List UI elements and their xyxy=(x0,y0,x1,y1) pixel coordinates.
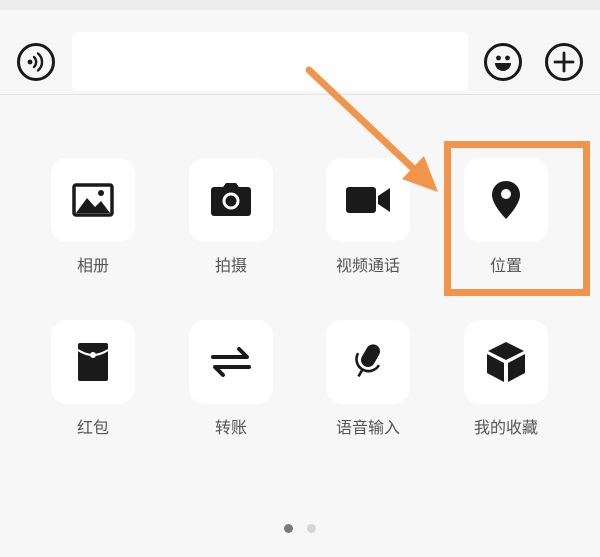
annotation-arrow xyxy=(305,66,438,192)
